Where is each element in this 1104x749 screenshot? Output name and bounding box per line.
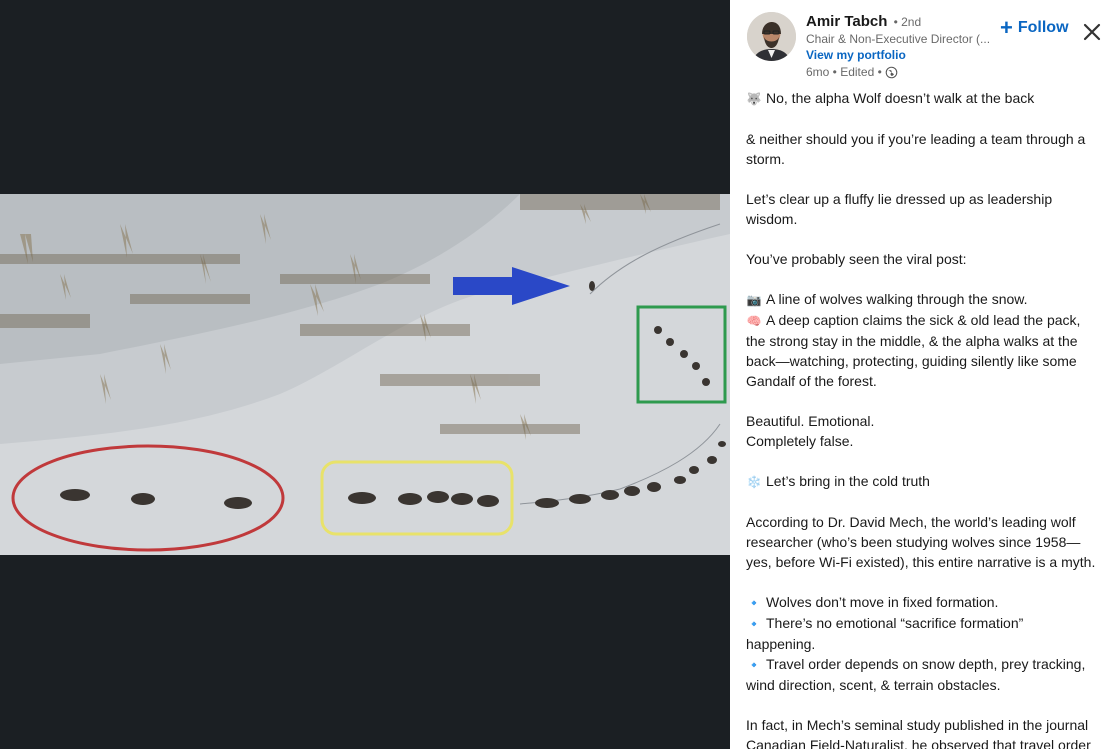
paragraph: Let’s clear up a fluffy lie dressed up a… <box>746 191 1053 227</box>
close-icon[interactable] <box>1081 21 1103 43</box>
list-item: 🧠 A deep caption claims the sick & old le… <box>746 310 1096 391</box>
plus-icon: + <box>1000 15 1013 40</box>
author-headline: Chair & Non-Executive Director (... <box>806 32 991 46</box>
bullet-text: Wolves don’t move in fixed formation. <box>766 594 999 610</box>
connection-degree: • 2nd <box>893 15 922 29</box>
camera-icon: 📷 <box>746 293 762 307</box>
list-item-text: A deep caption claims the sick & old lea… <box>746 312 1081 389</box>
list-item: 📷 A line of wolves walking through the sn… <box>746 289 1096 310</box>
list-item-text: A line of wolves walking through the sno… <box>766 291 1028 307</box>
wolf-icon: 🐺 <box>746 92 762 106</box>
author-name[interactable]: Amir Tabch • 2nd <box>806 13 921 30</box>
post-meta: 6mo • Edited • <box>806 65 898 79</box>
post-text: 🐺 No, the alpha Wolf doesn’t walk at the … <box>746 88 1096 749</box>
diamond-bullet-icon: 🔹 <box>746 617 762 631</box>
post-image-wolves-in-snow[interactable] <box>0 194 730 555</box>
author-name-text[interactable]: Amir Tabch <box>806 13 887 30</box>
paragraph: & neither should you if you’re leading a… <box>746 131 1086 167</box>
paragraph: 🔹 Wolves don’t move in fixed formation. 🔹… <box>746 592 1096 695</box>
media-viewer <box>0 0 730 749</box>
paragraph: According to Dr. David Mech, the world’s… <box>746 514 1096 570</box>
post-time: 6mo • Edited • <box>806 65 882 79</box>
bullet-text: There’s no emotional “sacrifice formatio… <box>746 615 1024 652</box>
globe-icon <box>885 66 898 78</box>
line-text: Beautiful. Emotional. <box>746 413 875 429</box>
paragraph-text: No, the alpha Wolf doesn’t walk at the b… <box>766 90 1035 106</box>
paragraph-text: Let’s bring in the cold truth <box>766 473 930 489</box>
paragraph: 📷 A line of wolves walking through the sn… <box>746 289 1096 391</box>
paragraph: In fact, in Mech’s seminal study publish… <box>746 717 1091 749</box>
paragraph: You’ve probably seen the viral post: <box>746 251 967 267</box>
snowflake-icon: ❄️ <box>746 475 762 489</box>
post-details-panel: Amir Tabch • 2nd Chair & Non-Executive D… <box>730 0 1104 749</box>
diamond-bullet-icon: 🔹 <box>746 658 762 672</box>
bullet-item: 🔹 Travel order depends on snow depth, pre… <box>746 654 1096 695</box>
post-header: Amir Tabch • 2nd Chair & Non-Executive D… <box>730 0 1104 90</box>
bullet-item: 🔹 There’s no emotional “sacrifice formati… <box>746 613 1096 654</box>
paragraph: 🐺 No, the alpha Wolf doesn’t walk at the … <box>746 88 1096 109</box>
view-portfolio-link[interactable]: View my portfolio <box>806 48 906 62</box>
author-avatar[interactable] <box>747 12 796 61</box>
bullet-text: Travel order depends on snow depth, prey… <box>746 656 1086 693</box>
paragraph: ❄️ Let’s bring in the cold truth <box>746 471 1096 492</box>
line-text: Completely false. <box>746 433 854 449</box>
bullet-item: 🔹 Wolves don’t move in fixed formation. <box>746 592 1096 613</box>
diamond-bullet-icon: 🔹 <box>746 596 762 610</box>
paragraph: Beautiful. Emotional. Completely false. <box>746 411 1096 451</box>
follow-button[interactable]: + Follow <box>1000 16 1069 40</box>
follow-label: Follow <box>1017 19 1069 36</box>
brain-icon: 🧠 <box>746 314 762 328</box>
